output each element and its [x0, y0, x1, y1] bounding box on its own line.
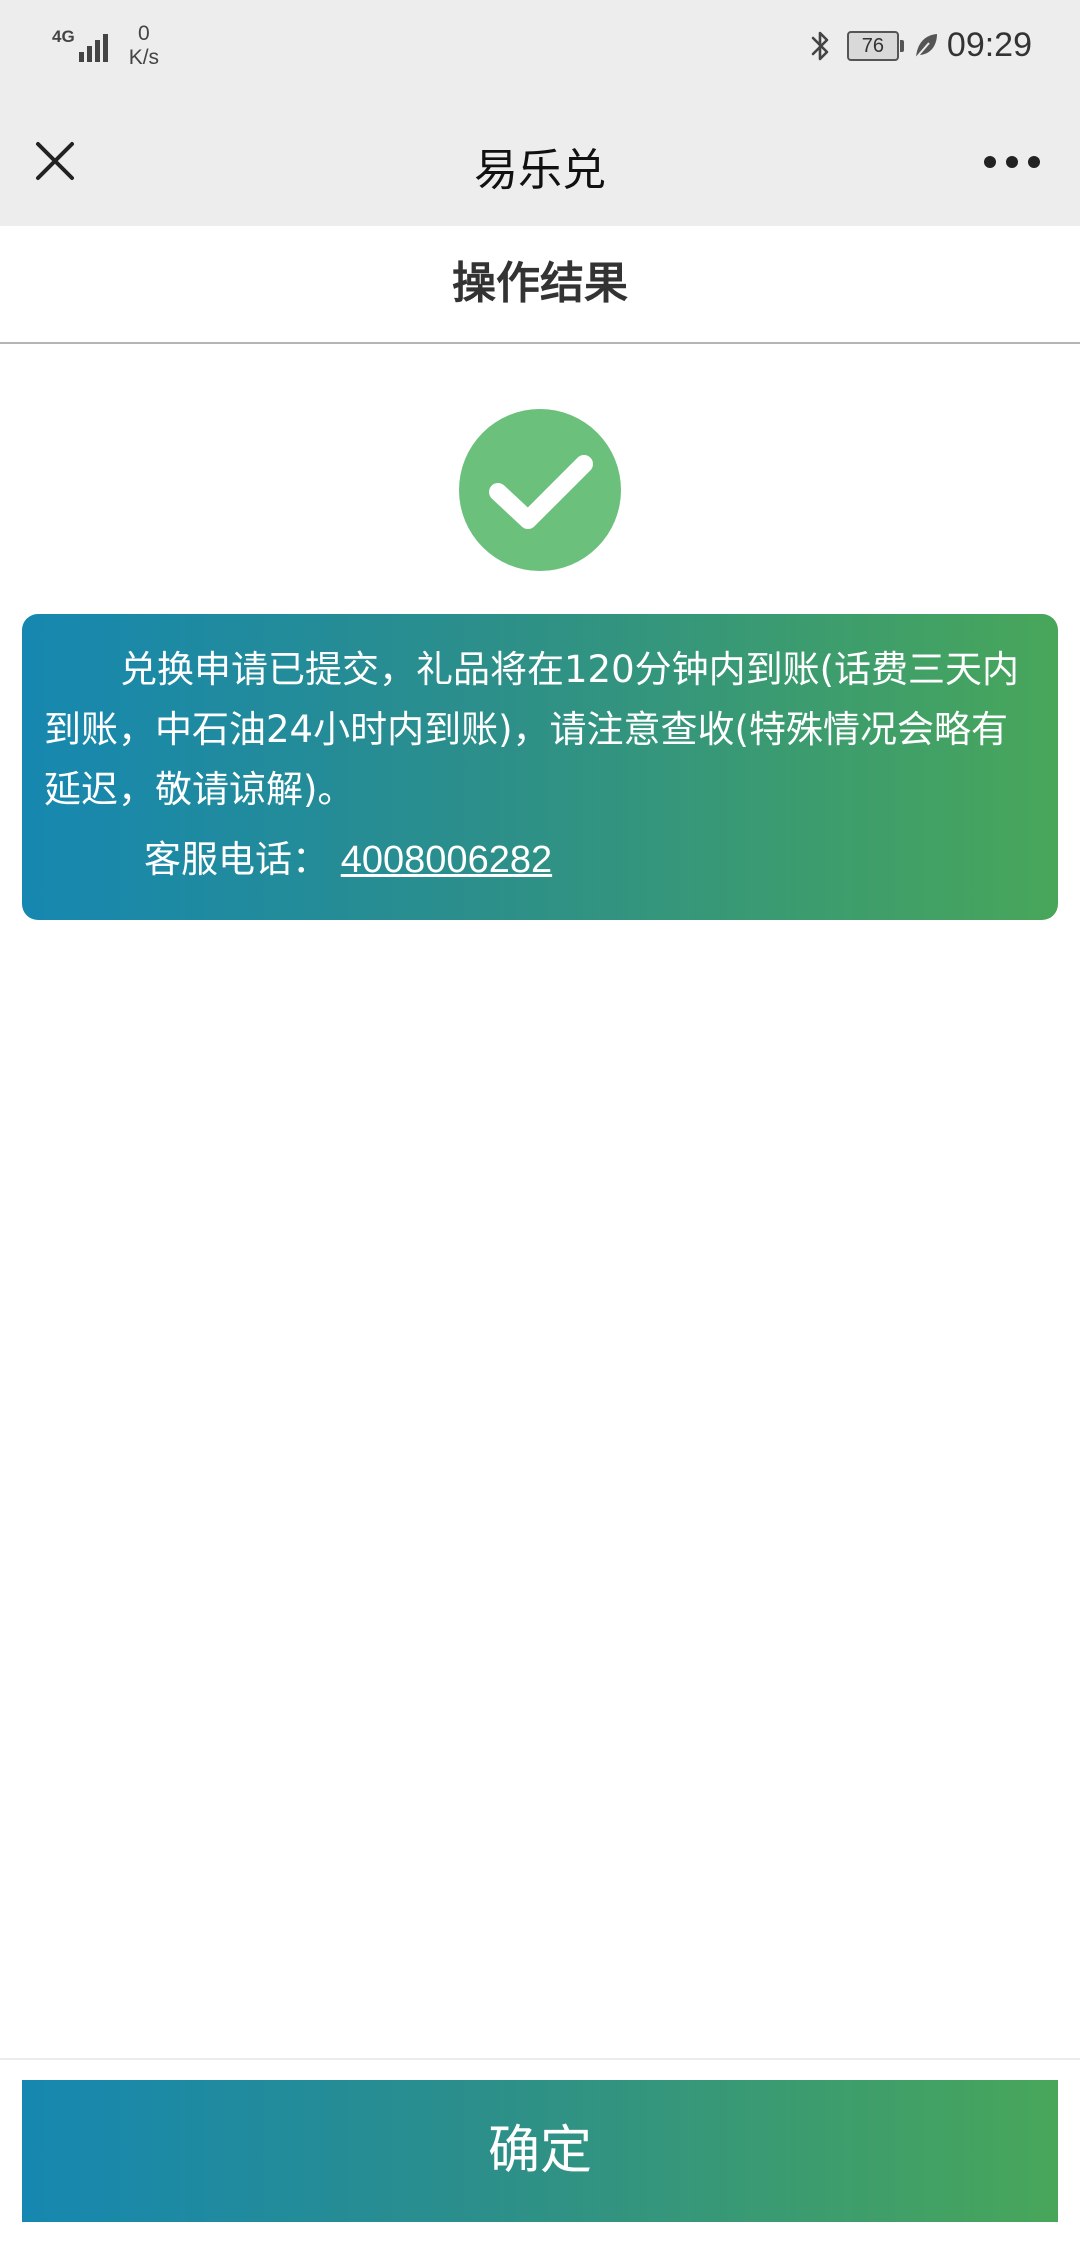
nav-title: 易乐兑 [474, 145, 606, 196]
more-icon[interactable] [984, 156, 1040, 170]
nav-bar: 易乐兑 [0, 100, 1080, 226]
divider [0, 2058, 1080, 2060]
check-circle-icon [459, 409, 621, 571]
page-title: 操作结果 [0, 226, 1080, 344]
leaf-icon [915, 33, 937, 59]
status-right: 76 09:29 [807, 26, 1032, 65]
result-message: 兑换申请已提交，礼品将在120分钟内到账(话费三天内到账，中石油24小时内到账)… [44, 648, 1020, 811]
page: 4G 0 K/s 76 09:29 易乐兑 操作结果 兑换申请已提交，礼品将在1… [0, 0, 1080, 2244]
clock: 09:29 [946, 26, 1032, 64]
network-type: 4G [52, 27, 75, 46]
battery-icon: 76 [846, 30, 904, 61]
confirm-button[interactable]: 确定 [22, 2080, 1058, 2222]
customer-service-row: 客服电话： 4008006282 [44, 830, 1036, 890]
more-dot [1028, 156, 1040, 168]
speed-value: 0 [138, 22, 150, 45]
phone-label: 客服电话： [144, 838, 329, 881]
status-left: 4G 0 K/s [52, 22, 159, 70]
network-speed: 0 K/s [129, 22, 159, 70]
more-dot [984, 156, 996, 168]
status-bar: 4G 0 K/s 76 09:29 [0, 0, 1080, 100]
speed-unit: K/s [128, 46, 160, 69]
bluetooth-icon [811, 31, 829, 60]
signal-icon [78, 24, 111, 62]
more-dot [1006, 156, 1018, 168]
phone-link[interactable]: 4008006282 [341, 839, 552, 881]
result-message-card: 兑换申请已提交，礼品将在120分钟内到账(话费三天内到账，中石油24小时内到账)… [22, 614, 1058, 920]
